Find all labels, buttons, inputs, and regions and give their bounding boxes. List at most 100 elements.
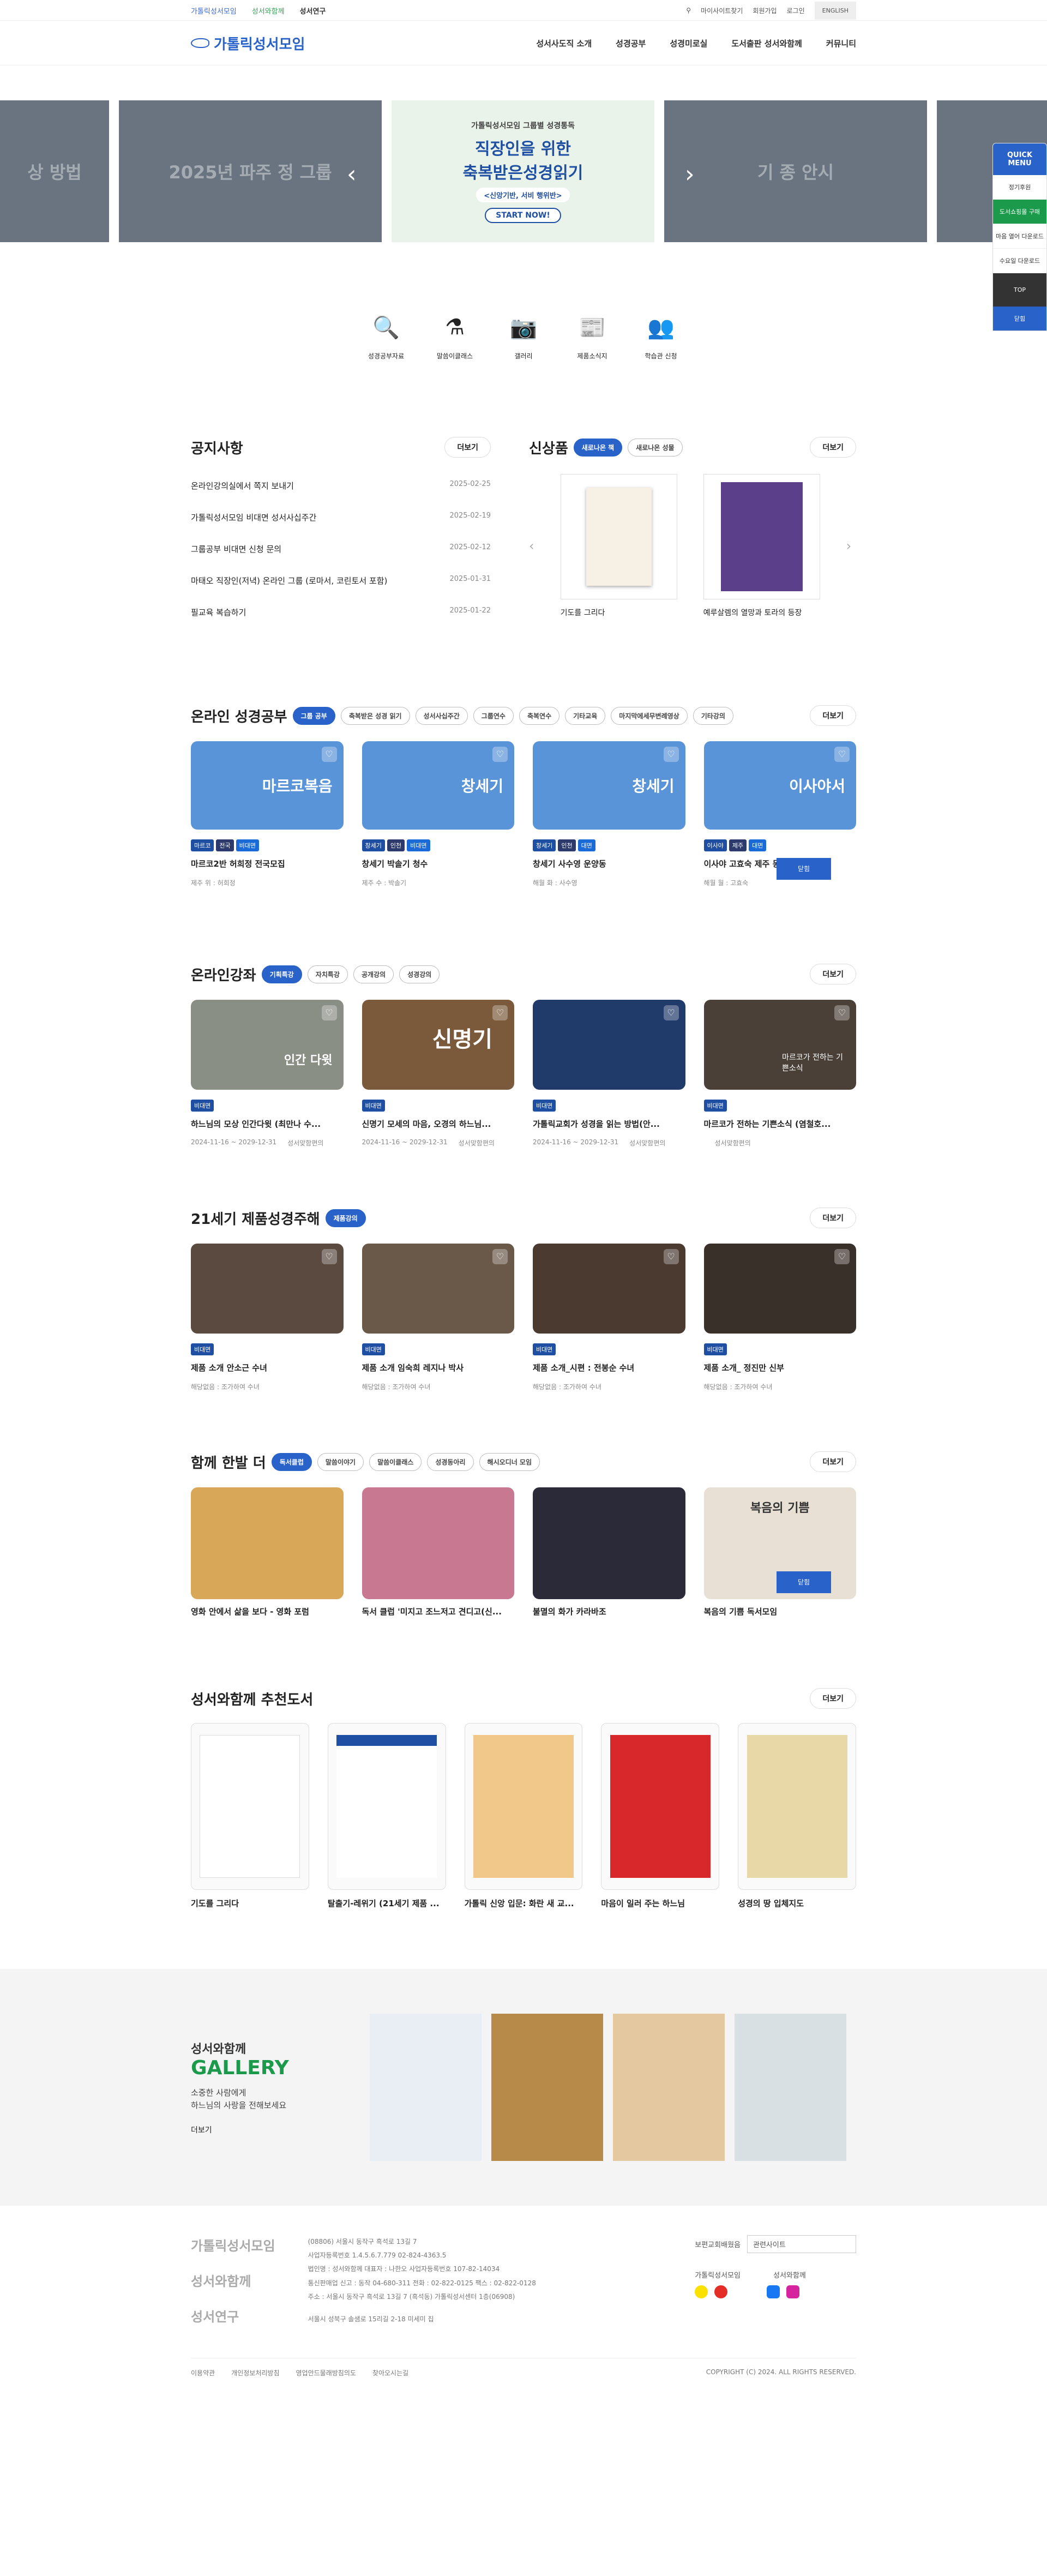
new-more-button[interactable]: 더보기 (810, 437, 856, 458)
tab-study-1[interactable]: 축복받은 성경 읽기 (340, 706, 410, 725)
commentary-more-button[interactable]: 더보기 (810, 1208, 856, 1228)
tab-together-1[interactable]: 말씀이야기 (317, 1452, 364, 1471)
notice-item[interactable]: 마태오 직장인(저녁) 온라인 그룹 (로마서, 코린토서 포함) 2025-01… (191, 566, 491, 597)
menu-item-lab[interactable]: 성경미로실 (670, 38, 707, 49)
tab-new-goods[interactable]: 새로나온 성물 (628, 438, 683, 457)
gallery-image[interactable] (613, 2014, 725, 2161)
footer-link[interactable]: 이용약관 (191, 2368, 215, 2377)
shortcut-study[interactable]: 🔍 성경공부자료 (363, 308, 409, 361)
quick-shop[interactable]: 도서쇼핑몰 구매 (993, 200, 1046, 224)
lecture-card[interactable]: 인간 다윗 ♡ 비대면 하느님의 모상 인간다윗 (최만나 수... 2024-11-1… (191, 1000, 344, 1148)
lecture-card[interactable]: 신명기 ♡ 비대면 신명기 모세의 마음, 오경의 하느님... 2024-11-16 … (362, 1000, 514, 1148)
together-more-button[interactable]: 더보기 (810, 1451, 856, 1472)
shortcut-apply[interactable]: 👥 학습관 신청 (638, 308, 684, 361)
site-logo[interactable]: 가톨릭성서모임 (191, 33, 305, 53)
lecture-card[interactable]: 마르코가 전하는 기쁜소식 ♡ 비대면 마르코가 전하는 기쁜소식 (염철호... 성서… (703, 1000, 856, 1148)
side-close-button[interactable]: 닫힘 (777, 1571, 831, 1593)
footer-link[interactable]: 찾아오시는길 (372, 2368, 408, 2377)
heart-icon[interactable]: ♡ (492, 747, 508, 762)
slide-left-2[interactable]: 2025년 파주 정 그룹 (119, 100, 382, 242)
related-site-select[interactable]: 관련사이트 (747, 2235, 856, 2253)
youtube-icon[interactable] (714, 2285, 728, 2298)
slide-right-1[interactable]: 기 종 안시 (664, 100, 927, 242)
menu-item-intro[interactable]: 성서사도직 소개 (536, 38, 592, 49)
recbooks-more-button[interactable]: 더보기 (810, 1688, 856, 1709)
menu-item-books[interactable]: 도서출판 성서와함께 (731, 38, 802, 49)
facebook-icon[interactable] (767, 2285, 780, 2298)
tab-study-6[interactable]: 마지막에세무변례영상 (611, 706, 688, 725)
footer-link[interactable]: 개인정보처리방침 (231, 2368, 279, 2377)
commentary-card[interactable]: ♡ 비대면 제품 소개 임숙희 레지나 박사 해당없음 : 조가하여 수녀 (362, 1244, 514, 1391)
next-arrow-icon[interactable]: › (685, 160, 695, 188)
instagram-icon[interactable] (786, 2285, 800, 2298)
tab-lecture-0[interactable]: 기획특강 (261, 965, 302, 983)
tab-commentary[interactable]: 제품강의 (325, 1209, 366, 1227)
heart-icon[interactable]: ♡ (834, 1249, 850, 1264)
tab-study-5[interactable]: 기타교육 (565, 706, 606, 725)
menu-item-community[interactable]: 커뮤니티 (826, 38, 856, 49)
site-link-2[interactable]: 성서와함께 (252, 5, 285, 16)
site-link-3[interactable]: 성서연구 (300, 5, 326, 16)
book-card[interactable]: 탈출기-레위기 (21세기 제품 ... (327, 1723, 446, 1909)
notice-item[interactable]: 가톨릭성서모임 비대면 성서사십주간 2025-02-19 (191, 502, 491, 534)
tab-study-2[interactable]: 성서사십주간 (415, 706, 468, 725)
tab-study-7[interactable]: 기타강의 (693, 706, 733, 725)
site-link-1[interactable]: 가톨릭성서모임 (191, 5, 237, 16)
commentary-card[interactable]: ♡ 비대면 제품 소개_시편 : 전봉순 수녀 해당없음 : 조가하여 수녀 (533, 1244, 685, 1391)
shortcut-gallery[interactable]: 📷 갤러리 (501, 308, 546, 361)
heart-icon[interactable]: ♡ (321, 747, 337, 762)
tab-lecture-1[interactable]: 자치특강 (307, 965, 348, 983)
book-card[interactable]: 가톨릭 신앙 입문: 화란 새 교... (464, 1723, 583, 1909)
study-card[interactable]: 창세기 ♡ 창세기 인천 비대면 창세기 박솔기 청수 제주 수 : 박솔기 (362, 741, 514, 887)
book-card[interactable]: 마음이 일러 주는 하느님 (601, 1723, 720, 1909)
heart-icon[interactable]: ♡ (492, 1249, 508, 1264)
commentary-card[interactable]: ♡ 비대면 제품 소개_ 정진만 신부 해당없음 : 조가하여 수녀 (703, 1244, 856, 1391)
shortcut-news[interactable]: 📰 제품소식지 (569, 308, 615, 361)
quick-download-1[interactable]: 마음 열어 다운로드 (993, 224, 1046, 249)
tab-together-0[interactable]: 독서클럽 (271, 1452, 312, 1471)
tab-together-2[interactable]: 말씀이클래스 (369, 1452, 422, 1471)
heart-icon[interactable]: ♡ (834, 747, 850, 762)
product-card[interactable]: 기도를 그리다 (560, 474, 677, 618)
tab-study-0[interactable]: 그룹 공부 (292, 706, 335, 725)
quick-close-button[interactable]: 닫힘 (993, 307, 1046, 331)
side-close-button[interactable]: 닫힘 (777, 858, 831, 880)
quick-download-2[interactable]: 수요일 다운로드 (993, 249, 1046, 273)
heart-icon[interactable]: ♡ (663, 1005, 679, 1020)
start-now-button[interactable]: START NOW! (485, 207, 561, 223)
book-card[interactable]: 기도를 그리다 (191, 1723, 309, 1909)
heart-icon[interactable]: ♡ (663, 1249, 679, 1264)
signup-link[interactable]: 회원가입 (753, 6, 777, 15)
gallery-more-button[interactable]: 더보기 (191, 2124, 370, 2135)
menu-item-study[interactable]: 성경공부 (616, 38, 646, 49)
together-card[interactable]: 영화 안에서 삶을 보다 - 영화 포럼 (191, 1487, 344, 1617)
heart-icon[interactable]: ♡ (321, 1249, 337, 1264)
gallery-image[interactable] (735, 2014, 846, 2161)
notice-item[interactable]: 온라인강의실에서 쪽지 보내기 2025-02-25 (191, 471, 491, 502)
tab-together-3[interactable]: 성경동아리 (427, 1452, 474, 1471)
together-card[interactable]: 불멸의 화가 카라바조 (533, 1487, 685, 1617)
study-card[interactable]: 창세기 ♡ 창세기 인천 대면 창세기 사수영 운양동 해월 화 : 사수영 (533, 741, 685, 887)
heart-icon[interactable]: ♡ (321, 1005, 337, 1020)
top-button[interactable]: TOP (993, 273, 1046, 307)
lecture-more-button[interactable]: 더보기 (810, 964, 856, 984)
slide-center[interactable]: 가톨릭성서모임 그룹별 성경통독 직장인을 위한 축복받은성경읽기 <신앙기반,… (392, 100, 654, 242)
heart-icon[interactable]: ♡ (663, 747, 679, 762)
tab-lecture-3[interactable]: 성경강의 (399, 965, 440, 983)
tab-new-books[interactable]: 새로나온 책 (573, 438, 623, 457)
product-card[interactable]: 예루살렘의 열망과 토라의 등장 (703, 474, 820, 618)
language-select[interactable]: ENGLISH (814, 1, 856, 20)
login-link[interactable]: 로그인 (787, 6, 805, 15)
prev-arrow-icon[interactable]: ‹ (529, 538, 534, 554)
tab-together-4[interactable]: 해시오디너 모임 (479, 1452, 540, 1471)
lecture-card[interactable]: ♡ 비대면 가톨릭교회가 성경을 읽는 방법(안... 2024-11-16 ~ 20… (533, 1000, 685, 1148)
heart-icon[interactable]: ♡ (492, 1005, 508, 1020)
notice-more-button[interactable]: 더보기 (444, 437, 491, 458)
tab-study-3[interactable]: 그룹연수 (473, 706, 514, 725)
heart-icon[interactable]: ♡ (834, 1005, 850, 1020)
kakao-icon[interactable] (695, 2285, 708, 2298)
commentary-card[interactable]: ♡ 비대면 제품 소개 안소근 수녀 해당없음 : 조가하여 수녀 (191, 1244, 344, 1391)
mysite-link[interactable]: 마이사이트찾기 (701, 6, 743, 15)
together-card[interactable]: 독서 클럽 '미지고 조느저고 견디고(신... (362, 1487, 514, 1617)
next-arrow-icon[interactable]: › (846, 538, 852, 554)
